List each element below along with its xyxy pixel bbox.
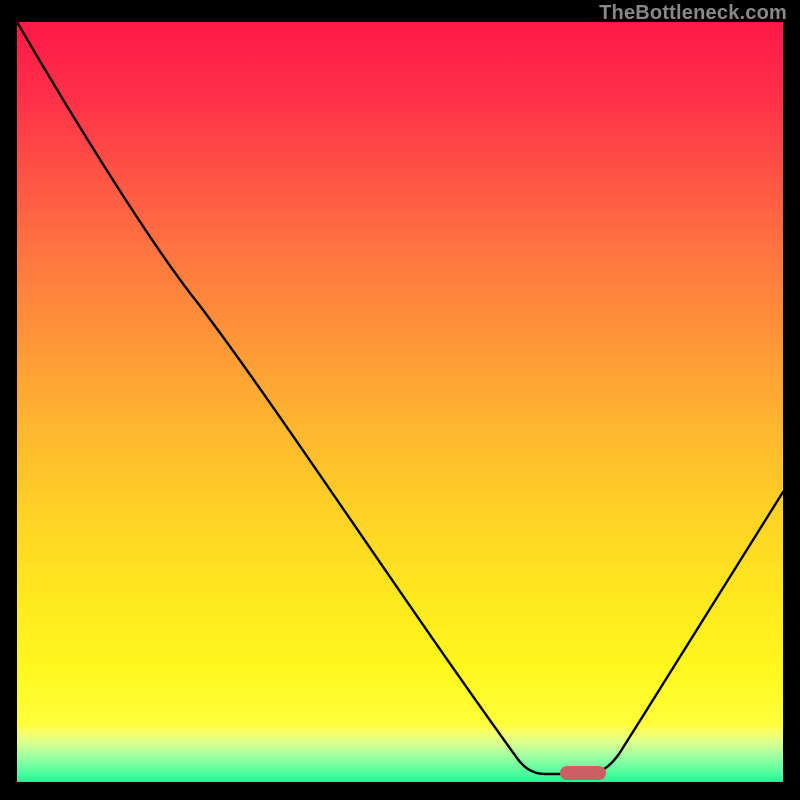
plot-area <box>17 22 783 782</box>
bottleneck-curve <box>17 22 783 782</box>
optimum-marker <box>560 766 606 780</box>
curve-path <box>17 22 783 774</box>
watermark-text: TheBottleneck.com <box>599 2 787 25</box>
chart-frame: TheBottleneck.com <box>0 0 800 800</box>
